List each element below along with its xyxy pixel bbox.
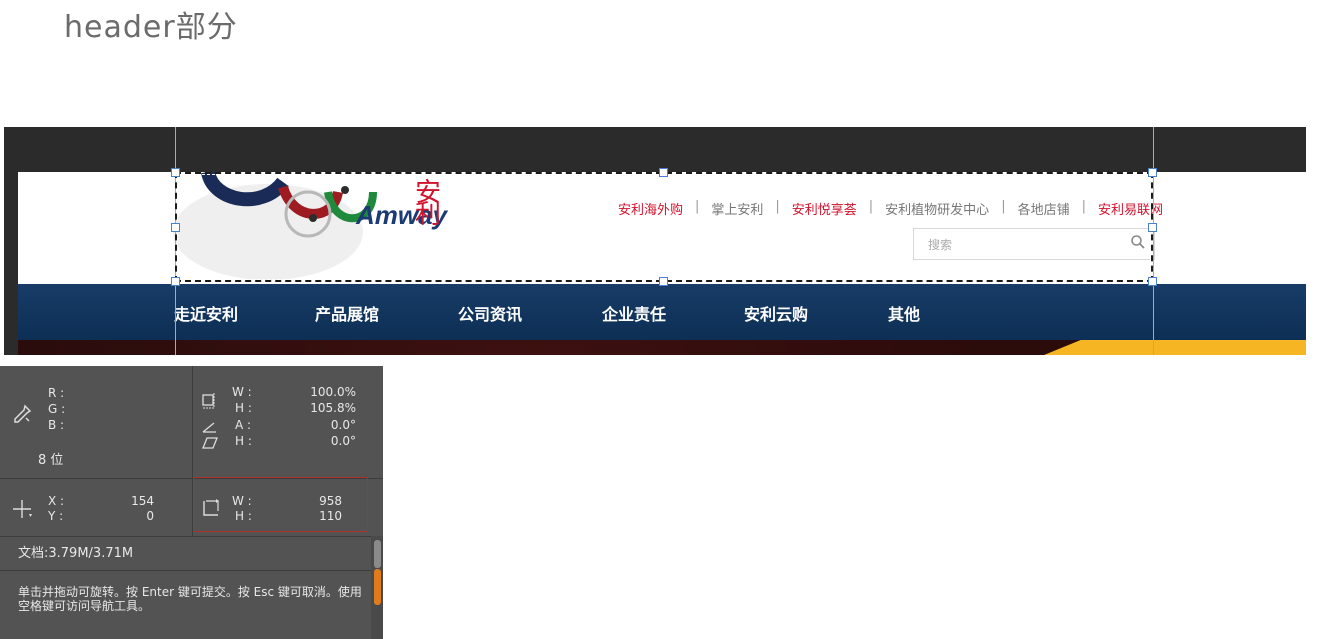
transform-handle-tc[interactable] <box>659 168 668 177</box>
nav-item-news[interactable]: 公司资讯 <box>458 301 522 325</box>
hint-text: 单击并拖动可旋转。按 Enter 键可提交。按 Esc 键可取消。使用空格键可访… <box>18 585 362 613</box>
size-w-value: 958 <box>319 494 342 508</box>
guide-line-right[interactable] <box>1153 127 1154 355</box>
crosshair-icon <box>13 500 32 518</box>
position-x-value: 154 <box>131 494 154 508</box>
transform-handle-ml[interactable] <box>171 223 180 232</box>
transform-skew-label: H : <box>235 434 252 448</box>
transform-handle-tl[interactable] <box>171 168 180 177</box>
nav-item-about[interactable]: 走近安利 <box>174 301 238 325</box>
banner-strip <box>18 340 1306 355</box>
transform-a-value: 0.0° <box>330 418 356 432</box>
transform-handle-bl[interactable] <box>171 277 180 286</box>
nav-item-responsibility[interactable]: 企业责任 <box>602 301 666 325</box>
position-y-label: Y : <box>48 509 64 523</box>
size-h-value: 110 <box>319 509 342 523</box>
eyedropper-icon[interactable] <box>12 404 32 424</box>
panel-divider <box>0 570 383 571</box>
skew-icon <box>202 437 218 449</box>
transform-handle-br[interactable] <box>1148 277 1157 286</box>
main-nav: 走近安利 产品展馆 公司资讯 企业责任 安利云购 其他 <box>18 284 1306 340</box>
transform-h-label: H : <box>235 401 252 415</box>
nav-item-other[interactable]: 其他 <box>888 301 920 325</box>
transform-w-label: W : <box>232 385 252 399</box>
dimensions-icon <box>203 499 219 516</box>
position-y-value: 0 <box>146 509 154 523</box>
transform-handle-mr[interactable] <box>1148 223 1157 232</box>
scrollbar-thumb[interactable] <box>374 540 381 568</box>
position-x-label: X : <box>48 494 65 508</box>
panel-divider <box>0 536 383 537</box>
transform-selection[interactable] <box>175 172 1153 282</box>
transform-handle-bc[interactable] <box>659 277 668 286</box>
transform-w-value: 100.0% <box>310 385 356 399</box>
bit-depth: 8 位 <box>38 453 64 468</box>
transform-a-label: A : <box>235 418 252 432</box>
transform-handle-tr[interactable] <box>1148 168 1157 177</box>
size-h-label: H : <box>235 509 252 523</box>
info-panel: R : G : B : 8 位 W : 100.0% H : 105.8% A … <box>0 366 383 639</box>
nav-item-products[interactable]: 产品展馆 <box>315 301 379 325</box>
page-heading: header部分 <box>64 10 238 45</box>
transform-h-value: 105.8% <box>310 401 356 415</box>
transform-skew-value: 0.0° <box>330 434 356 448</box>
scrollbar-thumb-active[interactable] <box>374 569 381 605</box>
scale-icon <box>202 393 215 409</box>
nav-item-cloud-shop[interactable]: 安利云购 <box>744 301 808 325</box>
label-r: R : <box>48 386 65 400</box>
label-g: G : <box>48 402 66 416</box>
design-canvas[interactable]: Amway 安利 安利海外购 | 掌上安利 | 安利悦享荟 | 安利植物研发中心… <box>4 127 1306 355</box>
banner-yellow-shape <box>1044 340 1306 355</box>
angle-icon <box>202 422 216 433</box>
size-w-label: W : <box>232 494 252 508</box>
doc-info: 文档:3.79M/3.71M <box>18 546 134 561</box>
label-b: B : <box>48 418 65 432</box>
